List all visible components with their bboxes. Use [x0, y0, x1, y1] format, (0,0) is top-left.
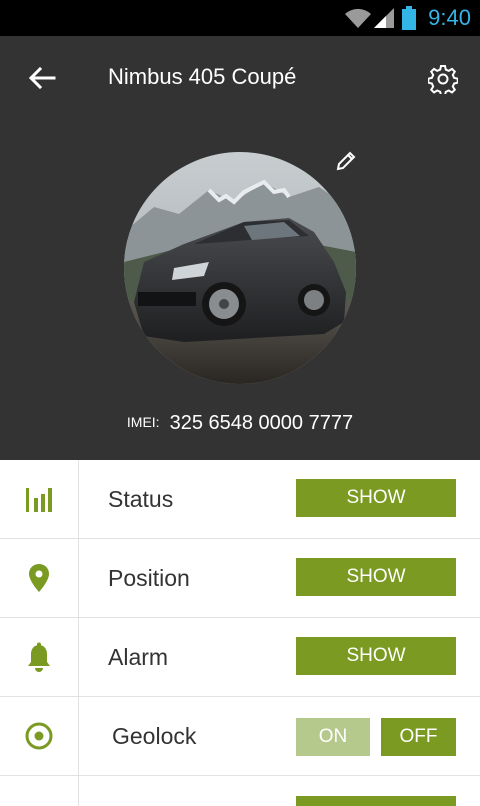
target-icon	[25, 722, 53, 750]
list-item	[0, 776, 480, 806]
list-item-button[interactable]	[296, 796, 456, 806]
battery-icon	[402, 6, 416, 30]
geolock-label: Geolock	[112, 722, 197, 749]
back-arrow-icon[interactable]	[26, 62, 58, 94]
vehicle-photo[interactable]	[124, 152, 356, 384]
geolock-on-button[interactable]: ON	[296, 718, 370, 756]
alarm-icon-cell	[0, 618, 79, 696]
feature-list: Status SHOW Position SHOW Alarm SHOW Geo…	[0, 460, 480, 806]
alarm-label: Alarm	[108, 643, 169, 670]
position-label: Position	[108, 564, 190, 591]
position-icon-cell	[0, 539, 79, 617]
bar-chart-icon	[26, 488, 52, 512]
position-show-button[interactable]: SHOW	[296, 558, 456, 596]
status-bar: 9:40	[0, 0, 480, 36]
geolock-off-button[interactable]: OFF	[381, 718, 456, 756]
imei-info: IMEI: 325 6548 0000 7777	[0, 412, 480, 435]
page-title: Nimbus 405 Coupé	[108, 64, 297, 89]
clock: 9:40	[428, 5, 471, 30]
pencil-icon[interactable]	[335, 150, 357, 172]
status-label: Status	[108, 485, 174, 512]
status-row: Status SHOW	[0, 460, 480, 539]
position-row: Position SHOW	[0, 539, 480, 618]
status-icon-cell	[0, 460, 79, 538]
geolock-row: Geolock ON OFF	[0, 697, 480, 776]
wifi-icon	[345, 8, 371, 28]
map-pin-icon	[29, 564, 49, 592]
vehicle-header: Nimbus 405 Coupé IMEI: 325 6548 0000 777…	[0, 36, 480, 460]
status-show-button[interactable]: SHOW	[296, 479, 456, 517]
gear-icon[interactable]	[428, 64, 458, 94]
alarm-show-button[interactable]: SHOW	[296, 637, 456, 675]
list-item-icon-cell	[0, 776, 79, 806]
signal-icon	[374, 8, 394, 28]
bell-icon	[28, 642, 50, 672]
alarm-row: Alarm SHOW	[0, 618, 480, 697]
imei-value: 325 6548 0000 7777	[169, 412, 354, 434]
geolock-icon-cell	[0, 697, 79, 775]
imei-label: IMEI:	[126, 414, 160, 430]
